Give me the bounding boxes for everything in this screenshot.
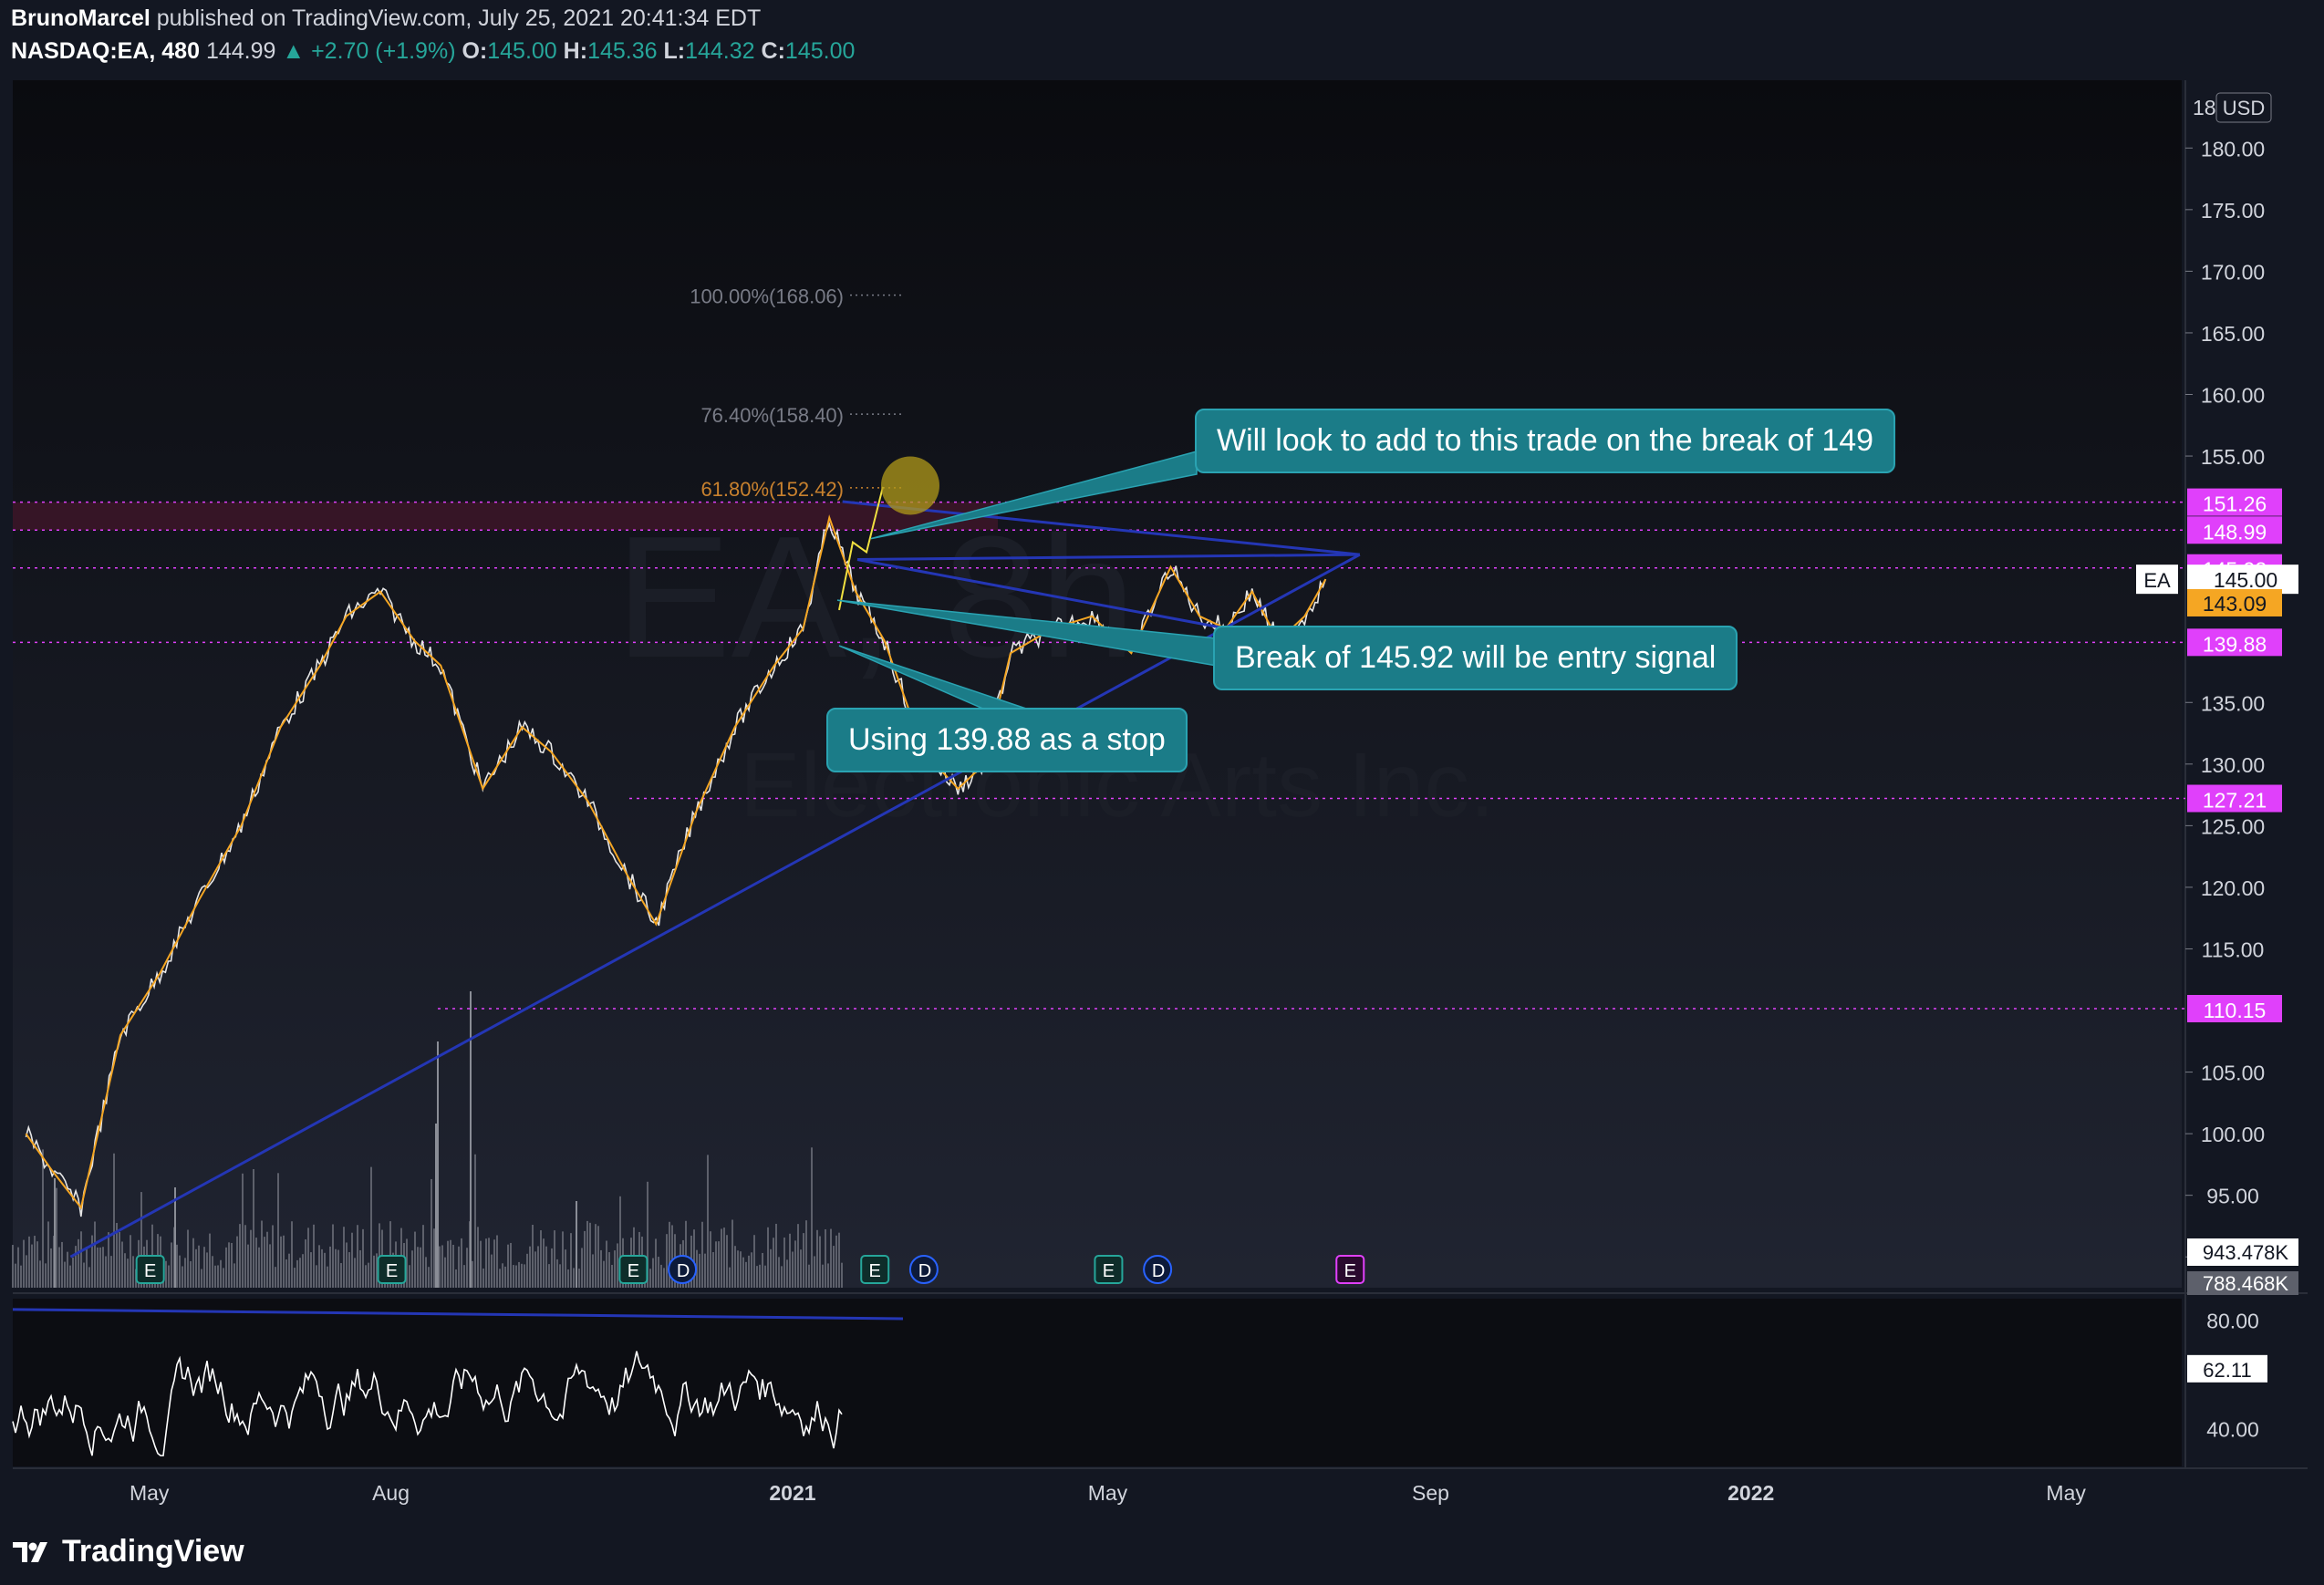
y-tick-label-6: 135.00	[2201, 691, 2265, 715]
level-tag-label-4: 127.21	[2203, 789, 2267, 813]
x-tick-label-0: May	[130, 1481, 170, 1505]
x-tick-label-2: 2021	[769, 1481, 815, 1505]
brand-name: TradingView	[62, 1534, 244, 1569]
level-tag-label-5: 110.15	[2204, 999, 2267, 1022]
x-tick-label-6: May	[2046, 1481, 2086, 1505]
rsi-pane-background	[13, 1299, 2182, 1466]
y-tick-label-3: 165.00	[2201, 322, 2265, 346]
x-tick-label-3: May	[1088, 1481, 1128, 1505]
last-price-tag-label: 145.00	[2214, 568, 2277, 592]
y-tick-label-1: 175.00	[2201, 199, 2265, 223]
event-marker-label: E	[1344, 1261, 1356, 1281]
fib-label-2: 61.80%(152.42)	[700, 478, 844, 501]
target-circle	[881, 456, 939, 515]
y-tick-label-2: 170.00	[2201, 260, 2265, 284]
callout-stop[interactable]: Using 139.88 as a stop	[826, 708, 1188, 772]
ma-price-tag-label: 143.09	[2203, 592, 2267, 616]
event-marker-label: D	[1152, 1261, 1165, 1281]
symbol-tag-label: EA	[2143, 569, 2171, 592]
event-marker-label: E	[1103, 1261, 1115, 1281]
level-tag-label-0: 151.26	[2203, 492, 2267, 516]
y-tick-label-13: 95.00	[2206, 1185, 2259, 1208]
x-tick-label-1: Aug	[372, 1481, 410, 1505]
resistance-zone	[13, 502, 998, 531]
event-marker-label: E	[628, 1261, 639, 1281]
y-tick-label-5: 155.00	[2201, 445, 2265, 469]
event-marker-label: E	[386, 1261, 398, 1281]
y-tick-label-12: 100.00	[2201, 1123, 2265, 1146]
volume-tag-label-1: 943.478K	[2203, 1241, 2289, 1264]
level-tag-label-1: 148.99	[2203, 520, 2267, 544]
y-tick-label-7: 130.00	[2201, 753, 2265, 777]
callout-entry-signal[interactable]: Break of 145.92 will be entry signal	[1213, 626, 1738, 690]
x-tick-label-5: 2022	[1727, 1481, 1774, 1505]
y-tick-label-10: 115.00	[2202, 938, 2265, 961]
y-tick-label-9: 120.00	[2201, 876, 2265, 900]
fib-label-0: 100.00%(168.06)	[690, 285, 844, 308]
y-tick-label-0: 180.00	[2201, 137, 2265, 161]
currency-label: USD	[2223, 97, 2265, 119]
y-tick-label-11: 105.00	[2201, 1062, 2265, 1085]
event-marker-label: D	[677, 1261, 690, 1281]
level-tag-label-3: 139.88	[2203, 632, 2267, 656]
callout-add-trade[interactable]: Will look to add to this trade on the br…	[1195, 409, 1896, 473]
y-tick-label-4: 160.00	[2201, 384, 2265, 408]
tradingview-logo[interactable]: TradingView	[13, 1534, 244, 1569]
tradingview-logo-icon	[13, 1541, 47, 1562]
event-marker-label: D	[918, 1261, 931, 1281]
event-marker-label: E	[144, 1261, 156, 1281]
rsi-tick-label-0: 80.00	[2206, 1310, 2259, 1333]
y-tick-label-8: 125.00	[2201, 814, 2265, 838]
rsi-tick-label-1: 40.00	[2206, 1417, 2259, 1441]
x-tick-label-4: Sep	[1412, 1481, 1449, 1505]
rsi-value-tag-label: 62.11	[2203, 1359, 2251, 1382]
volume-tag-label-2: 788.468K	[2203, 1272, 2289, 1295]
y-tick-partial: 18	[2193, 96, 2216, 119]
footer: TradingView	[0, 1521, 2324, 1585]
event-marker-label: E	[869, 1261, 881, 1281]
fib-label-1: 76.40%(158.40)	[700, 404, 844, 427]
